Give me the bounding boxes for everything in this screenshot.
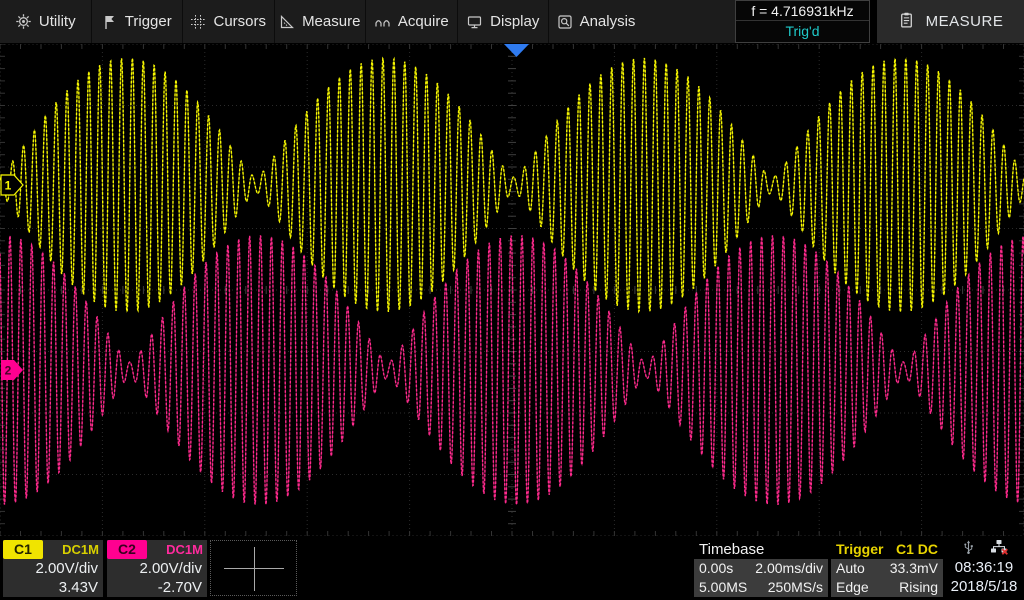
- add-channel-button[interactable]: [210, 540, 297, 596]
- menu-utility[interactable]: Utility: [0, 0, 92, 43]
- channel-1-scale: 2.00V/div: [3, 559, 103, 578]
- clipboard-icon: [898, 11, 915, 33]
- frequency-value: f = 4.716931kHz: [736, 1, 869, 21]
- menu-acquire[interactable]: Acquire: [366, 0, 458, 43]
- timebase-samples: 5.00MS: [699, 578, 747, 597]
- menu-label: Trigger: [125, 13, 172, 30]
- channel-2-badge: C2: [107, 540, 147, 559]
- flag-icon: [102, 14, 118, 30]
- menu-analysis[interactable]: Analysis: [549, 0, 643, 43]
- channel-2-offset: -2.70V: [107, 578, 207, 597]
- trigger-source: C1 DC: [896, 540, 938, 559]
- menu-cursors[interactable]: Cursors: [183, 0, 275, 43]
- channel-2-scale: 2.00V/div: [107, 559, 207, 578]
- trigger-title: Trigger: [836, 540, 883, 559]
- trigger-mode: Auto: [836, 559, 865, 578]
- channel-1-offset: 3.43V: [3, 578, 103, 597]
- set-square-icon: [279, 14, 295, 30]
- status-bar: C1 DC1M 2.00V/div 3.43V C2 DC1M 2.00V/di…: [0, 537, 1024, 600]
- menu-strip: Utility Trigger Cursors Measure Acquire …: [0, 0, 735, 43]
- measure-panel-button[interactable]: MEASURE: [877, 0, 1024, 43]
- menu-display[interactable]: Display: [458, 0, 550, 43]
- measure-button-label: MEASURE: [926, 13, 1004, 30]
- channel-2-descriptor[interactable]: C2 DC1M 2.00V/div -2.70V: [107, 540, 207, 597]
- channel-1-coupling: DC1M: [62, 540, 99, 559]
- menu-label: Acquire: [398, 13, 449, 30]
- monitor-icon: [466, 14, 483, 30]
- menu-trigger[interactable]: Trigger: [92, 0, 184, 43]
- channel-2-coupling: DC1M: [166, 540, 203, 559]
- trigger-slope: Rising: [899, 578, 938, 597]
- lan-error-icon: [990, 539, 1008, 560]
- waveform-display-area[interactable]: 12: [0, 44, 1024, 536]
- timebase-scale: 2.00ms/div: [755, 559, 823, 578]
- acquire-arches-icon: [374, 14, 391, 30]
- timebase-title: Timebase: [699, 540, 764, 559]
- cursors-grid-icon: [190, 14, 206, 30]
- menu-label: Utility: [39, 13, 76, 30]
- channel-1-descriptor[interactable]: C1 DC1M 2.00V/div 3.43V: [3, 540, 103, 597]
- menu-label: Measure: [302, 13, 360, 30]
- trigger-position-marker[interactable]: [504, 44, 529, 57]
- gear-icon: [15, 13, 32, 30]
- top-menu-bar: Utility Trigger Cursors Measure Acquire …: [0, 0, 1024, 44]
- trigger-type: Edge: [836, 578, 869, 597]
- clock-date: 2018/5/18: [946, 577, 1022, 596]
- trigger-frequency-readout: f = 4.716931kHz Trig'd: [735, 0, 870, 43]
- menu-label: Display: [490, 13, 539, 30]
- channel-2-marker-label: 2: [5, 364, 12, 378]
- timebase-panel[interactable]: Timebase 0.00s 2.00ms/div 5.00MS 250MS/s: [694, 540, 828, 597]
- trigger-level: 33.3mV: [890, 559, 938, 578]
- trigger-panel[interactable]: Trigger C1 DC Auto 33.3mV Edge Rising: [831, 540, 943, 597]
- timebase-delay: 0.00s: [699, 559, 733, 578]
- menu-label: Analysis: [580, 13, 636, 30]
- menu-measure[interactable]: Measure: [275, 0, 367, 43]
- usb-icon: [961, 539, 976, 560]
- magnifier-doc-icon: [557, 14, 573, 30]
- clock-time: 08:36:19: [946, 558, 1022, 577]
- trigger-state-badge: Trig'd: [736, 21, 869, 41]
- menu-label: Cursors: [213, 13, 266, 30]
- channel-1-marker-label: 1: [5, 179, 12, 193]
- clock-panel: 08:36:19 2018/5/18: [946, 540, 1022, 597]
- timebase-rate: 250MS/s: [768, 578, 823, 597]
- channel-1-badge: C1: [3, 540, 43, 559]
